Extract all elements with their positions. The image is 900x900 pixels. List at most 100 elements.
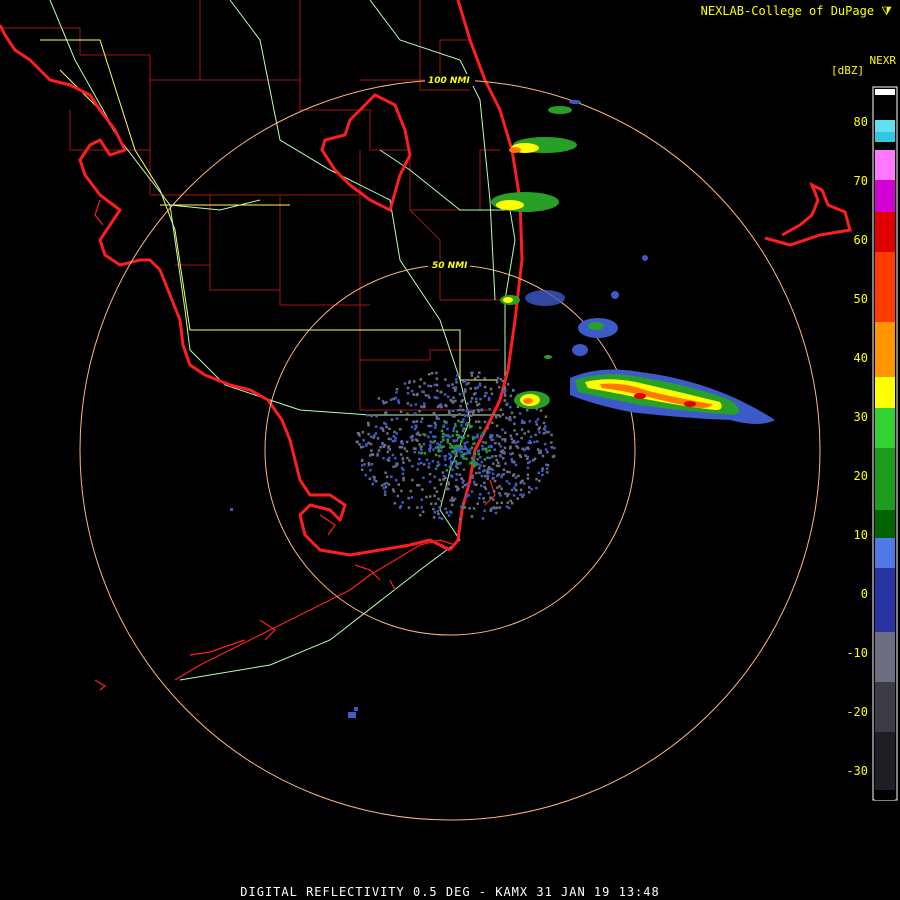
radar-map: 50 NMI 100 NMI 80706050403020100-10-20-3… <box>0 0 898 821</box>
clutter-pixel <box>480 408 483 411</box>
clutter-pixel <box>416 392 419 396</box>
clutter-pixel <box>471 476 474 479</box>
clutter-pixel <box>550 446 554 449</box>
clutter-pixel <box>421 488 424 491</box>
clutter-pixel <box>456 446 460 450</box>
clutter-pixel <box>490 392 494 396</box>
clutter-pixel <box>498 485 501 488</box>
clutter-pixel <box>447 395 450 398</box>
clutter-pixel <box>363 463 366 466</box>
clutter-pixel <box>509 418 512 421</box>
clutter-pixel <box>497 461 500 464</box>
clutter-pixel <box>429 431 432 434</box>
clutter-pixel <box>413 380 416 383</box>
clutter-pixel <box>367 421 370 425</box>
clutter-pixel <box>483 394 487 398</box>
legend-color-band <box>875 568 895 632</box>
clutter-pixel <box>421 417 424 420</box>
clutter-pixel <box>487 491 491 495</box>
clutter-pixel <box>406 392 410 395</box>
clutter-pixel <box>444 433 447 437</box>
clutter-pixel <box>493 479 497 483</box>
clutter-pixel <box>463 444 467 448</box>
clutter-pixel <box>445 486 448 489</box>
clutter-pixel <box>441 436 445 439</box>
clutter-pixel <box>505 480 509 483</box>
clutter-pixel <box>528 486 531 489</box>
clutter-pixel <box>520 428 524 431</box>
clutter-pixel <box>479 464 482 467</box>
clutter-pixel <box>369 442 373 446</box>
clutter-pixel <box>510 458 513 461</box>
clutter-pixel <box>480 460 483 464</box>
clutter-pixel <box>483 377 486 380</box>
clutter-pixel <box>535 477 538 481</box>
clutter-pixel <box>506 383 510 386</box>
clutter-pixel <box>499 378 503 381</box>
clutter-pixel <box>452 439 455 442</box>
clutter-pixel <box>475 420 478 423</box>
clutter-pixel <box>446 384 450 387</box>
clutter-pixel <box>420 405 424 409</box>
clutter-pixel <box>459 408 462 412</box>
clutter-pixel <box>433 486 436 490</box>
clutter-pixel <box>384 471 387 474</box>
clutter-pixel <box>397 401 401 404</box>
clutter-pixel <box>473 377 477 380</box>
clutter-pixel <box>435 383 439 387</box>
clutter-pixel <box>502 473 505 476</box>
clutter-pixel <box>474 400 478 404</box>
clutter-pixel <box>416 484 419 487</box>
clutter-pixel <box>401 456 405 460</box>
clutter-pixel <box>447 514 451 517</box>
clutter-pixel <box>521 447 524 451</box>
clutter-pixel <box>544 448 548 451</box>
clutter-pixel <box>479 426 482 429</box>
clutter-pixel <box>394 456 397 460</box>
clutter-pixel <box>479 397 482 401</box>
clutter-pixel <box>423 402 426 405</box>
clutter-pixel <box>497 442 501 445</box>
clutter-pixel <box>368 477 372 480</box>
radar-returns <box>230 100 775 718</box>
clutter-pixel <box>372 436 376 439</box>
clutter-pixel <box>359 446 363 449</box>
clutter-pixel <box>448 465 452 469</box>
clutter-pixel <box>486 426 489 430</box>
clutter-pixel <box>365 443 368 446</box>
clutter-pixel <box>513 422 516 426</box>
clutter-pixel <box>441 432 445 436</box>
clutter-pixel <box>416 468 419 471</box>
clutter-pixel <box>388 427 391 431</box>
clutter-pixel <box>435 490 439 493</box>
island-outline <box>764 181 852 247</box>
clutter-pixel <box>506 494 509 498</box>
clutter-pixel <box>433 475 436 478</box>
clutter-pixel <box>501 438 504 441</box>
clutter-pixel <box>369 469 372 472</box>
clutter-pixel <box>538 431 541 434</box>
clutter-pixel <box>495 424 499 428</box>
clutter-pixel <box>391 439 395 443</box>
clutter-pixel <box>510 488 514 492</box>
clutter-pixel <box>545 431 548 434</box>
clutter-pixel <box>491 468 494 471</box>
clutter-pixel <box>473 442 476 445</box>
clutter-pixel <box>534 433 537 437</box>
clutter-pixel <box>533 440 536 444</box>
legend-color-band <box>875 212 895 252</box>
clutter-pixel <box>383 493 387 496</box>
clutter-pixel <box>377 449 381 452</box>
clutter-pixel <box>508 470 511 474</box>
clutter-pixel <box>389 398 393 401</box>
storm-cell-offshore <box>572 255 648 356</box>
clutter-pixel <box>446 427 449 431</box>
clutter-pixel <box>467 382 470 385</box>
clutter-pixel <box>472 437 475 441</box>
clutter-pixel <box>479 493 482 496</box>
clutter-pixel <box>547 430 551 434</box>
clutter-pixel <box>369 435 373 438</box>
clutter-pixel <box>460 455 464 458</box>
clutter-pixel <box>420 461 423 465</box>
clutter-pixel <box>385 401 388 404</box>
